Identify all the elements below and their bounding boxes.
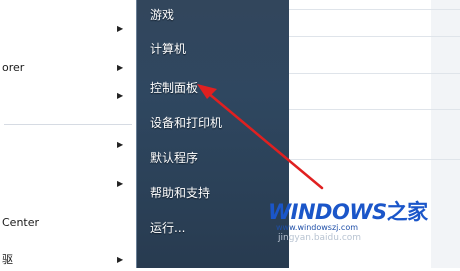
menu-item-label: 计算机 bbox=[150, 42, 187, 56]
program-label: Center bbox=[2, 216, 40, 229]
watermark-logo: WINDOWS之家 bbox=[268, 196, 428, 226]
menu-item-run[interactable]: 运行... bbox=[137, 215, 289, 241]
watermark-url: www.windowszj.com bbox=[276, 223, 359, 232]
row-divider bbox=[289, 159, 460, 160]
chevron-right-icon: ▶ bbox=[117, 24, 124, 33]
program-item-explorer[interactable]: orer ▶ bbox=[0, 57, 136, 79]
menu-item-label: 默认程序 bbox=[150, 151, 199, 165]
menu-item-label: 运行... bbox=[150, 221, 186, 235]
programs-pane: ▶ orer ▶ ▶ ▶ ▶ Center 驱 ▶ bbox=[0, 0, 136, 268]
chevron-right-icon: ▶ bbox=[117, 63, 124, 72]
program-item-center[interactable]: Center bbox=[0, 212, 136, 234]
row-divider bbox=[289, 73, 460, 74]
chevron-right-icon: ▶ bbox=[117, 140, 124, 149]
menu-item-label: 帮助和支持 bbox=[150, 186, 211, 200]
row-divider bbox=[289, 109, 460, 110]
chevron-right-icon: ▶ bbox=[117, 91, 124, 100]
watermark-logo-text: WINDOWS bbox=[268, 200, 387, 224]
menu-item-control-panel[interactable]: 控制面板 bbox=[137, 75, 289, 101]
menu-item-label: 设备和打印机 bbox=[150, 116, 223, 130]
menu-item-devices-printers[interactable]: 设备和打印机 bbox=[137, 110, 289, 136]
menu-item-games[interactable]: 游戏 bbox=[137, 2, 289, 28]
separator bbox=[4, 124, 132, 125]
program-label: orer bbox=[2, 61, 25, 74]
menu-item-label: 游戏 bbox=[150, 8, 175, 22]
start-menu-right-pane: 游戏 计算机 控制面板 设备和打印机 默认程序 帮助和支持 运行... bbox=[136, 0, 290, 268]
program-item-5[interactable]: ▶ bbox=[0, 173, 136, 195]
row-divider bbox=[289, 36, 460, 37]
program-item-3[interactable]: ▶ bbox=[0, 85, 136, 107]
watermark-faint-text: jingyan.baidu.com bbox=[278, 233, 362, 243]
menu-item-help-support[interactable]: 帮助和支持 bbox=[137, 180, 289, 206]
row-divider bbox=[289, 9, 460, 10]
watermark-logo-suffix: 之家 bbox=[386, 200, 429, 224]
chevron-right-icon: ▶ bbox=[117, 179, 124, 188]
menu-item-computer[interactable]: 计算机 bbox=[137, 36, 289, 62]
menu-item-label: 控制面板 bbox=[150, 81, 199, 95]
watermark: WINDOWS之家 www.windowszj.com jingyan.baid… bbox=[268, 196, 458, 246]
program-item-1[interactable]: ▶ bbox=[0, 18, 136, 40]
program-item-4[interactable]: ▶ bbox=[0, 134, 136, 156]
menu-item-default-programs[interactable]: 默认程序 bbox=[137, 145, 289, 171]
